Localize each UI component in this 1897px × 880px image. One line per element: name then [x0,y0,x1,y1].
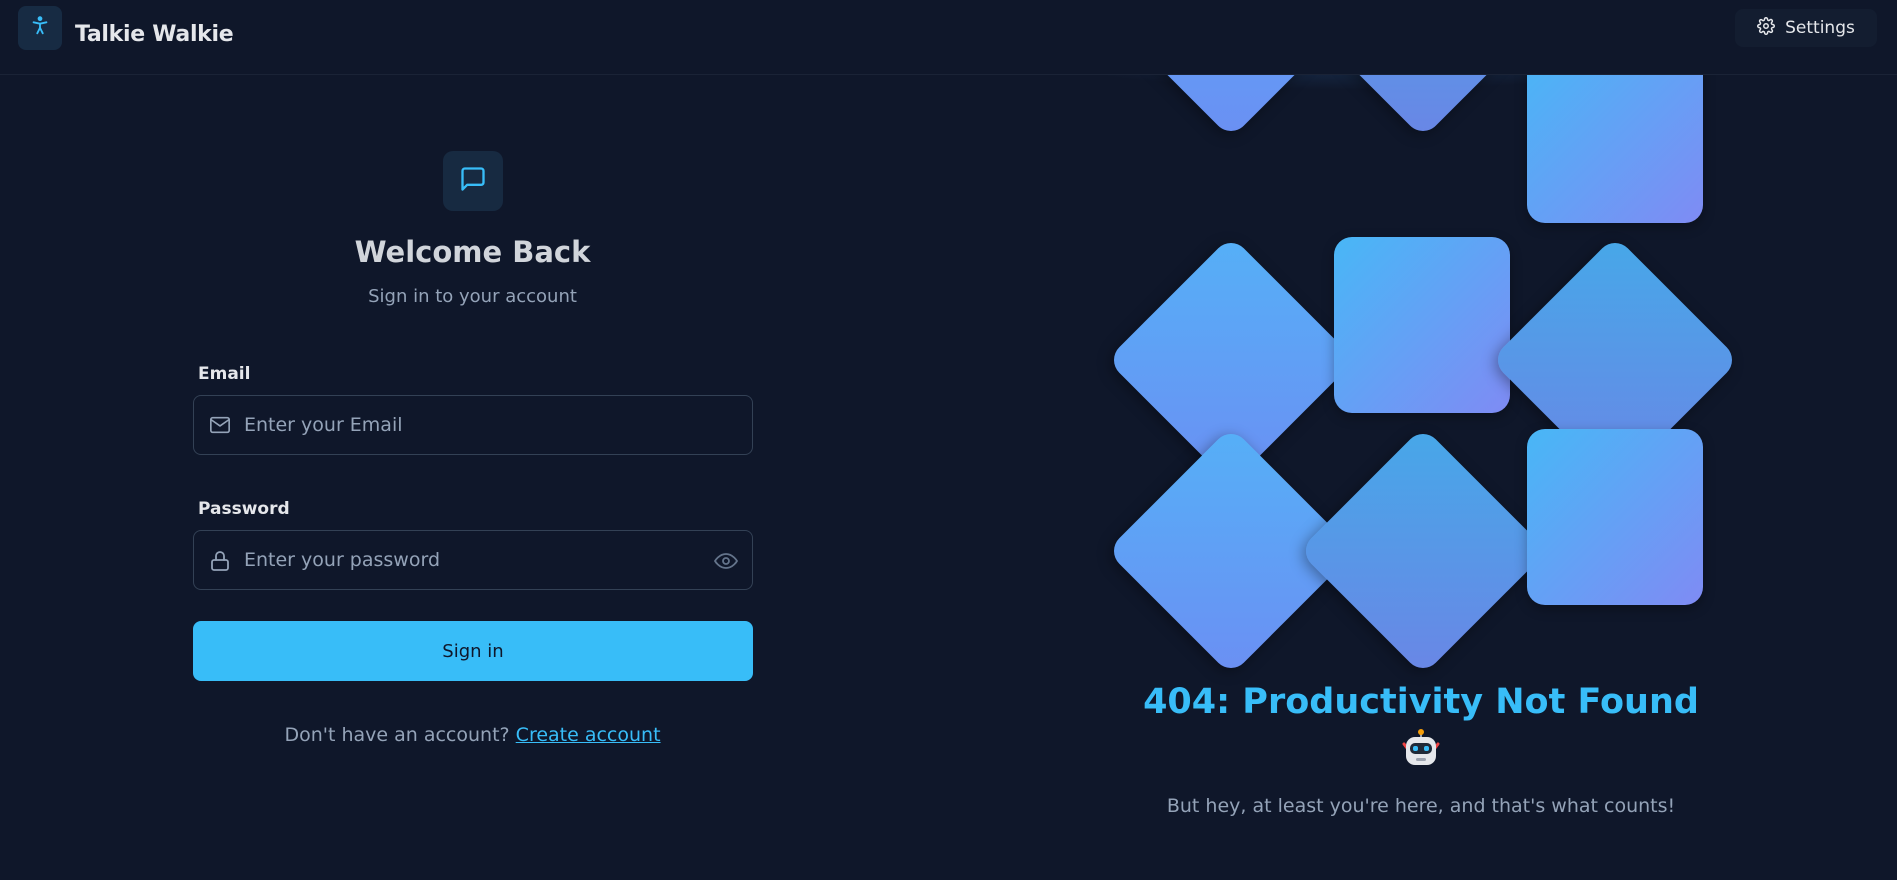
settings-button[interactable]: Settings [1735,9,1877,47]
pattern-diamond [1298,426,1548,676]
error-message: But hey, at least you're here, and that'… [1166,795,1676,817]
signup-prompt: Don't have an account? Create account [0,724,945,746]
password-field[interactable] [193,530,753,590]
mail-icon [208,414,232,440]
promo-panel: 404: Productivity Not Found But hey, at … [945,0,1897,880]
accessibility-icon [29,15,51,41]
eye-icon[interactable] [714,549,738,577]
settings-label: Settings [1785,18,1855,38]
password-input[interactable] [244,531,684,589]
error-headline: 404: Productivity Not Found [1143,682,1699,722]
top-bar: Talkie Walkie Settings [0,0,1897,75]
chat-badge [443,151,503,211]
page: Talkie Walkie Settings Welcome Back Sign… [0,0,1897,880]
sign-in-button[interactable]: Sign in [193,621,753,681]
gear-icon [1757,16,1776,40]
login-panel: Welcome Back Sign in to your account Ema… [0,75,945,880]
app-title: Talkie Walkie [75,22,234,47]
lock-icon [208,549,232,577]
password-label: Password [198,499,290,519]
robot-icon [1400,728,1442,774]
welcome-subtitle: Sign in to your account [368,286,577,307]
email-label: Email [198,364,251,384]
signup-prompt-text: Don't have an account? [284,724,510,746]
email-input[interactable] [244,396,684,454]
logo-tile[interactable] [18,6,62,50]
welcome-title: Welcome Back [354,235,591,269]
pattern-square [1527,429,1703,605]
message-square-icon [459,165,487,197]
email-field[interactable] [193,395,753,455]
pattern-square [1334,237,1510,413]
create-account-link[interactable]: Create account [516,724,661,746]
